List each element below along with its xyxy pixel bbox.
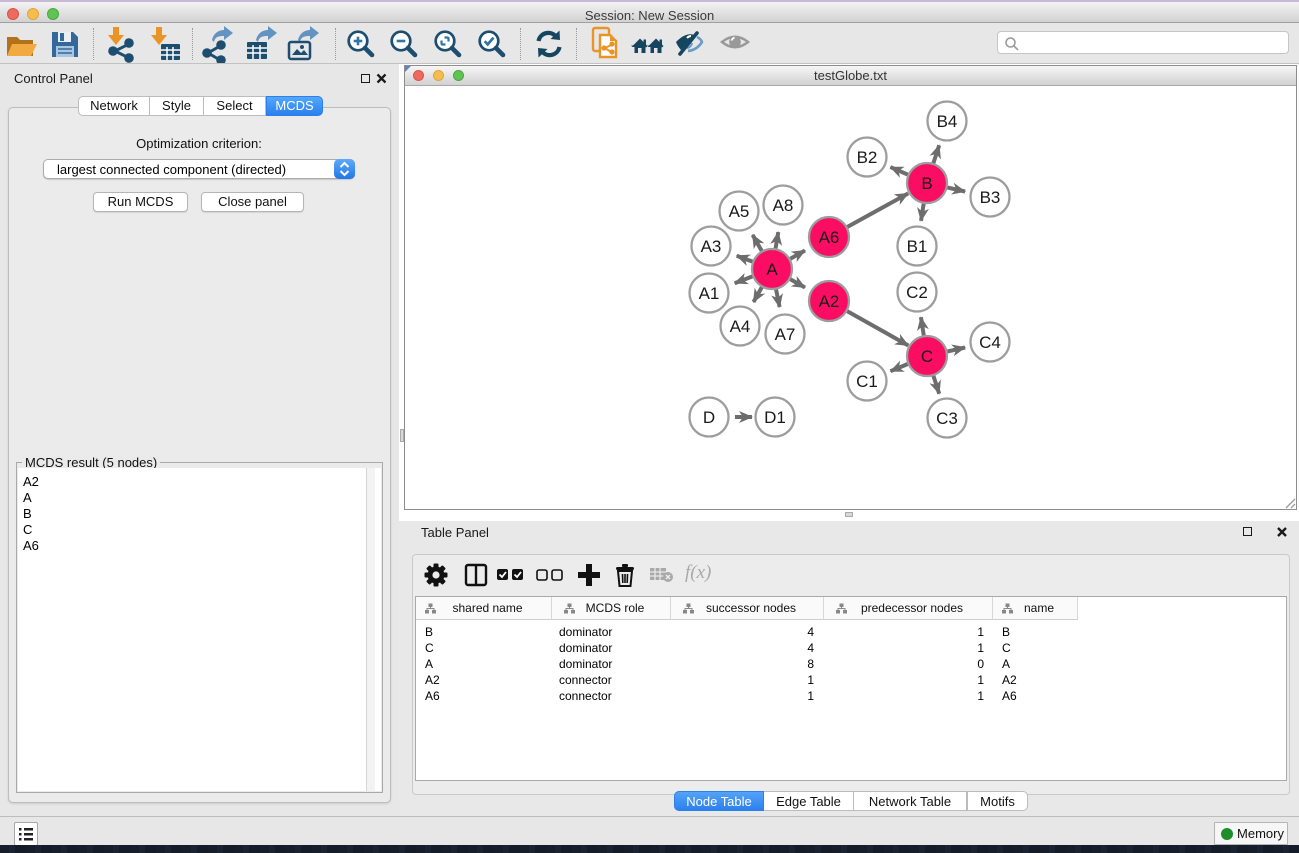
svg-text:B4: B4: [937, 112, 958, 131]
svg-text:C3: C3: [936, 409, 958, 428]
svg-text:A6: A6: [819, 228, 840, 247]
svg-text:C2: C2: [906, 283, 928, 302]
svg-text:B2: B2: [857, 148, 878, 167]
svg-text:D1: D1: [764, 408, 786, 427]
svg-text:B3: B3: [980, 188, 1001, 207]
svg-text:C4: C4: [979, 333, 1001, 352]
svg-text:A3: A3: [701, 237, 722, 256]
svg-text:B1: B1: [907, 237, 928, 256]
svg-text:A2: A2: [819, 292, 840, 311]
svg-text:A: A: [766, 260, 778, 279]
svg-text:C1: C1: [856, 372, 878, 391]
svg-text:A5: A5: [729, 202, 750, 221]
svg-text:D: D: [703, 408, 715, 427]
svg-text:A4: A4: [730, 317, 751, 336]
svg-text:A7: A7: [775, 325, 796, 344]
svg-text:B: B: [921, 174, 932, 193]
svg-text:A1: A1: [699, 284, 720, 303]
svg-text:C: C: [921, 347, 933, 366]
svg-text:A8: A8: [773, 196, 794, 215]
